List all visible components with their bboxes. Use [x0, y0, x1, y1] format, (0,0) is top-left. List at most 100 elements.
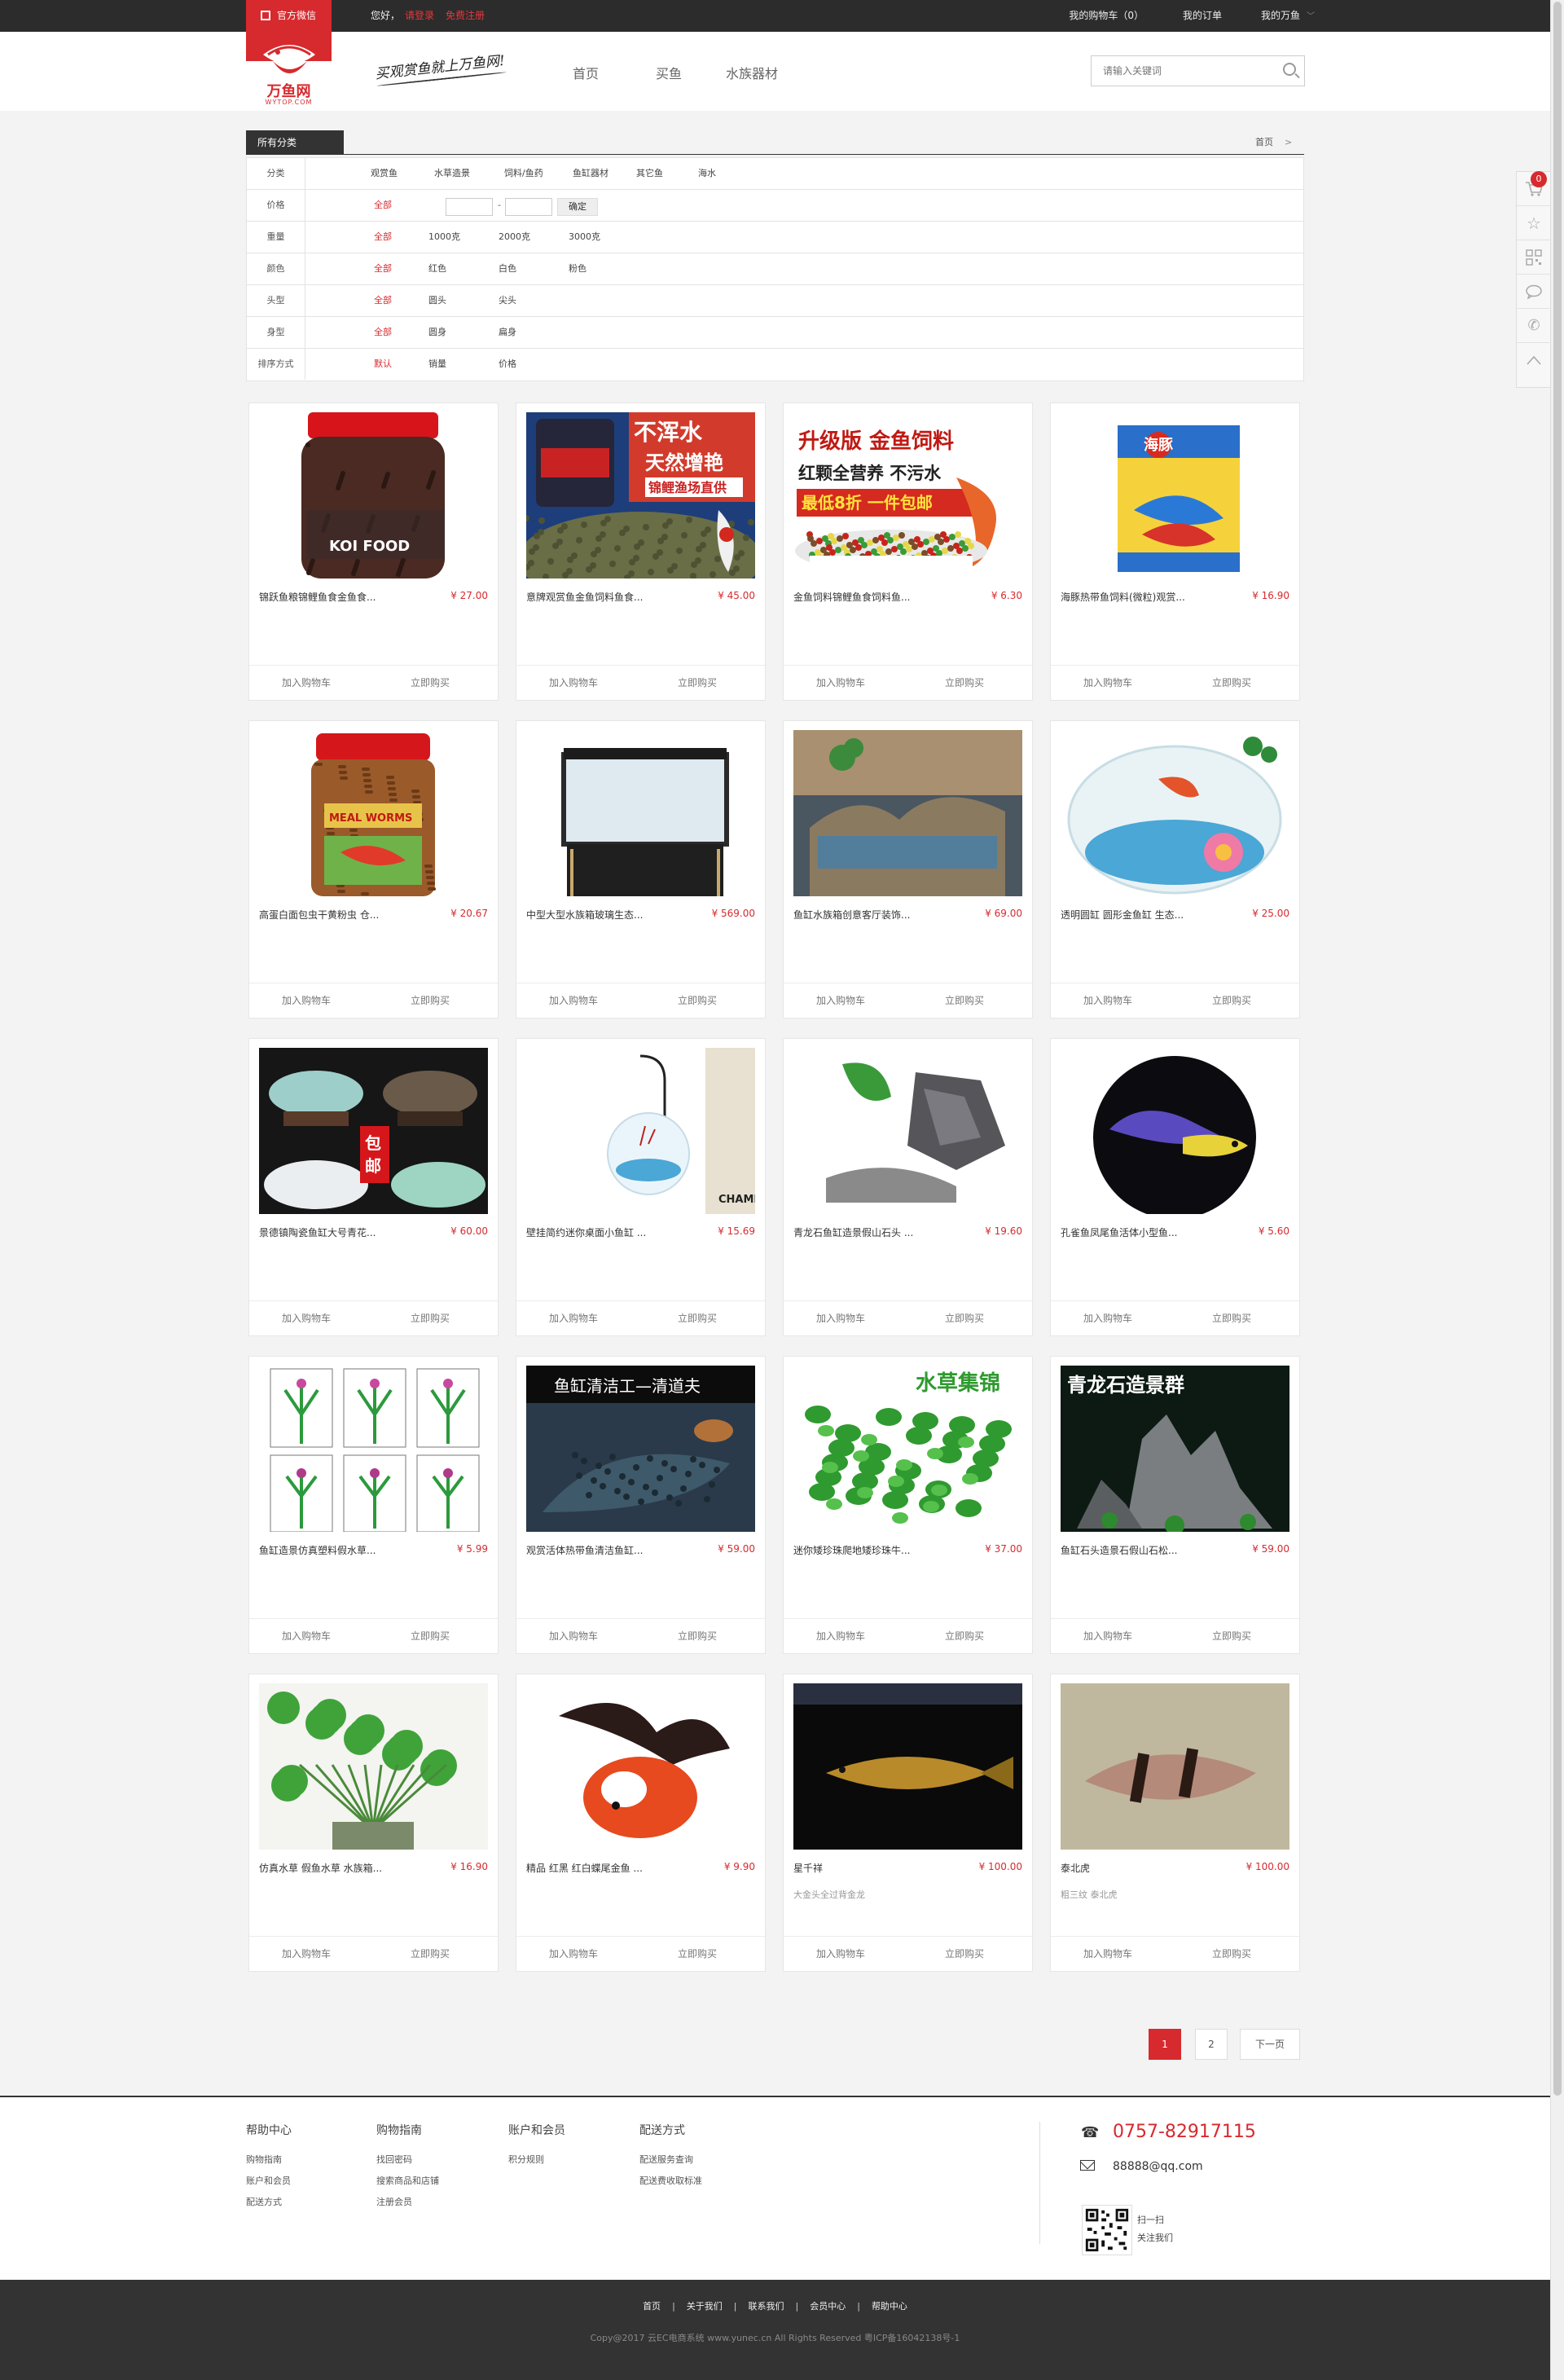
- filter-option[interactable]: 饲料/鱼药: [504, 158, 543, 189]
- add-to-cart-button[interactable]: 加入购物车: [549, 1619, 598, 1653]
- add-to-cart-button[interactable]: 加入购物车: [816, 1937, 865, 1971]
- buy-now-button[interactable]: 立即购买: [945, 666, 984, 700]
- product-card[interactable]: 泰北虎 ¥ 100.00 粗三纹 泰北虎 加入购物车 立即购买: [1050, 1674, 1300, 1972]
- filter-option[interactable]: 观赏鱼: [371, 158, 398, 189]
- product-card[interactable]: KOI FOOD 锦跃鱼粮锦鲤鱼食金鱼食... ¥ 27.00 加入购物车 立即购买: [248, 403, 499, 701]
- product-image[interactable]: [793, 1048, 1022, 1214]
- buy-now-button[interactable]: 立即购买: [945, 1301, 984, 1335]
- product-card[interactable]: MEAL WORMS 高蛋白面包虫干黄粉虫 仓... ¥ 20.67 加入购物车 立即…: [248, 720, 499, 1018]
- footer-link[interactable]: 配送费收取标准: [639, 2175, 702, 2186]
- product-name[interactable]: 透明圆缸 圆形金鱼缸 生态...: [1061, 908, 1215, 922]
- next-page-button[interactable]: 下一页: [1240, 2029, 1300, 2060]
- add-to-cart-button[interactable]: 加入购物车: [549, 666, 598, 700]
- product-name[interactable]: 仿真水草 假鱼水草 水族箱...: [259, 1861, 414, 1875]
- product-name[interactable]: 中型大型水族箱玻璃生态...: [526, 908, 681, 922]
- add-to-cart-button[interactable]: 加入购物车: [816, 666, 865, 700]
- product-image[interactable]: 鱼缸清洁工—清道夫: [526, 1366, 755, 1532]
- product-name[interactable]: 意牌观赏鱼金鱼饲料鱼食...: [526, 590, 681, 604]
- filter-option[interactable]: 默认: [374, 349, 392, 380]
- nav-aquarium-equipment[interactable]: 水族器材: [726, 63, 778, 82]
- sidebar-chat[interactable]: [1517, 275, 1551, 309]
- product-card[interactable]: 包邮景德镇陶瓷鱼缸大号青花... ¥ 60.00 加入购物车 立即购买: [248, 1038, 499, 1336]
- add-to-cart-button[interactable]: 加入购物车: [282, 983, 331, 1018]
- buy-now-button[interactable]: 立即购买: [411, 666, 450, 700]
- add-to-cart-button[interactable]: 加入购物车: [816, 1301, 865, 1335]
- filter-option[interactable]: 圆身: [428, 317, 446, 348]
- product-card[interactable]: 青龙石鱼缸造景假山石头 ... ¥ 19.60 加入购物车 立即购买: [783, 1038, 1033, 1336]
- product-name[interactable]: 鱼缸石头造景石假山石松...: [1061, 1543, 1215, 1557]
- filter-option[interactable]: 扁身: [499, 317, 516, 348]
- product-image[interactable]: CHAMPION: [526, 1048, 755, 1214]
- sidebar-qr[interactable]: [1517, 240, 1551, 275]
- nav-home[interactable]: 首页: [573, 63, 599, 82]
- buy-now-button[interactable]: 立即购买: [411, 1301, 450, 1335]
- product-name[interactable]: 鱼缸造景仿真塑料假水草...: [259, 1543, 414, 1557]
- breadcrumb-home[interactable]: 首页: [1255, 137, 1273, 147]
- filter-option[interactable]: 全部: [374, 285, 392, 316]
- footer-link[interactable]: 搜索商品和店铺: [376, 2175, 439, 2186]
- filter-option[interactable]: 全部: [374, 190, 392, 221]
- add-to-cart-button[interactable]: 加入购物车: [282, 1619, 331, 1653]
- product-name[interactable]: 青龙石鱼缸造景假山石头 ...: [793, 1225, 948, 1239]
- buy-now-button[interactable]: 立即购买: [1212, 1619, 1251, 1653]
- product-card[interactable]: 中型大型水族箱玻璃生态... ¥ 569.00 加入购物车 立即购买: [516, 720, 766, 1018]
- buy-now-button[interactable]: 立即购买: [678, 983, 717, 1018]
- buy-now-button[interactable]: 立即购买: [1212, 983, 1251, 1018]
- product-card[interactable]: 青龙石造景群 鱼缸石头造景石假山石松... ¥ 59.00 加入购物车 立即购买: [1050, 1356, 1300, 1654]
- product-name[interactable]: 锦跃鱼粮锦鲤鱼食金鱼食...: [259, 590, 414, 604]
- product-image[interactable]: [259, 1683, 488, 1850]
- bottom-link[interactable]: 帮助中心: [872, 2301, 907, 2312]
- buy-now-button[interactable]: 立即购买: [678, 1619, 717, 1653]
- product-card[interactable]: 孔雀鱼凤尾鱼活体小型鱼... ¥ 5.60 加入购物车 立即购买: [1050, 1038, 1300, 1336]
- product-name[interactable]: 鱼缸水族箱创意客厅装饰...: [793, 908, 948, 922]
- footer-link[interactable]: 注册会员: [376, 2197, 412, 2207]
- login-link[interactable]: 请登录: [405, 10, 434, 21]
- product-card[interactable]: 星千祥 ¥ 100.00 大金头全过背金龙 加入购物车 立即购买: [783, 1674, 1033, 1972]
- filter-option[interactable]: 白色: [499, 253, 516, 284]
- all-categories-tab[interactable]: 所有分类: [246, 130, 344, 155]
- add-to-cart-button[interactable]: 加入购物车: [1083, 1619, 1132, 1653]
- product-image[interactable]: [1061, 1048, 1289, 1214]
- product-card[interactable]: CHAMPION 壁挂简约迷你桌面小鱼缸 ... ¥ 15.69 加入购物车 立即购买: [516, 1038, 766, 1336]
- add-to-cart-button[interactable]: 加入购物车: [282, 1301, 331, 1335]
- filter-option[interactable]: 全部: [374, 317, 392, 348]
- price-max-input[interactable]: [505, 198, 552, 216]
- back-to-top[interactable]: [1517, 343, 1551, 377]
- product-name[interactable]: 高蛋白面包虫干黄粉虫 仓...: [259, 908, 414, 922]
- my-account-link[interactable]: 我的万鱼 ﹀: [1261, 0, 1315, 33]
- filter-option[interactable]: 销量: [428, 349, 446, 380]
- add-to-cart-button[interactable]: 加入购物车: [282, 666, 331, 700]
- buy-now-button[interactable]: 立即购买: [411, 1619, 450, 1653]
- filter-option[interactable]: 1000克: [428, 222, 460, 253]
- bottom-link[interactable]: 会员中心: [810, 2301, 846, 2312]
- product-image[interactable]: 水草集锦: [793, 1366, 1022, 1532]
- buy-now-button[interactable]: 立即购买: [678, 1301, 717, 1335]
- my-orders-link[interactable]: 我的订单: [1183, 0, 1222, 33]
- product-card[interactable]: 仿真水草 假鱼水草 水族箱... ¥ 16.90 加入购物车 立即购买: [248, 1674, 499, 1972]
- product-image[interactable]: [1061, 730, 1289, 896]
- product-card[interactable]: 不浑水 天然增艳 锦鲤渔场直供 意牌观赏鱼金鱼饲料鱼食... ¥ 45.00 加入购…: [516, 403, 766, 701]
- my-cart-link[interactable]: 我的购物车（0）: [1069, 0, 1144, 33]
- product-image[interactable]: [526, 1683, 755, 1850]
- product-image[interactable]: KOI FOOD: [259, 412, 488, 579]
- bottom-link[interactable]: 联系我们: [749, 2301, 784, 2312]
- product-image[interactable]: 不浑水 天然增艳 锦鲤渔场直供: [526, 412, 755, 579]
- filter-option[interactable]: 价格: [499, 349, 516, 380]
- sidebar-phone[interactable]: ✆: [1517, 309, 1551, 343]
- product-image[interactable]: 升级版 金鱼饲料 红颗全营养 不污水 最低8折 一件包邮: [793, 412, 1022, 579]
- product-name[interactable]: 壁挂简约迷你桌面小鱼缸 ...: [526, 1225, 681, 1239]
- product-image[interactable]: [793, 1683, 1022, 1850]
- filter-option[interactable]: 尖头: [499, 285, 516, 316]
- product-name[interactable]: 泰北虎: [1061, 1861, 1215, 1875]
- nav-buy-fish[interactable]: 买鱼: [656, 63, 682, 82]
- product-name[interactable]: 星千祥: [793, 1861, 948, 1875]
- price-confirm-button[interactable]: 确定: [557, 198, 598, 216]
- scrollbar-thumb[interactable]: [1553, 2, 1562, 2096]
- filter-option[interactable]: 其它鱼: [636, 158, 663, 189]
- product-name[interactable]: 金鱼饲料锦鲤鱼食饲料鱼...: [793, 590, 948, 604]
- add-to-cart-button[interactable]: 加入购物车: [549, 1937, 598, 1971]
- buy-now-button[interactable]: 立即购买: [678, 1937, 717, 1971]
- footer-link[interactable]: 账户和会员: [246, 2175, 291, 2186]
- footer-link[interactable]: 积分规则: [508, 2154, 544, 2165]
- product-card[interactable]: 升级版 金鱼饲料 红颗全营养 不污水 最低8折 一件包邮 金鱼饲料锦鲤鱼食饲料鱼…: [783, 403, 1033, 701]
